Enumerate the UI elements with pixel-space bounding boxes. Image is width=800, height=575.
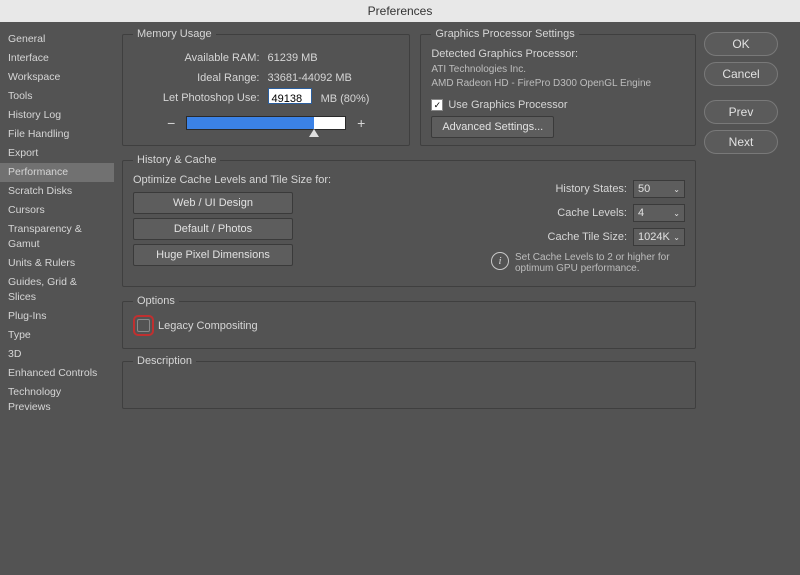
cache-levels-select[interactable]: 4⌄	[633, 204, 685, 222]
cache-tile-select[interactable]: 1024K⌄	[633, 228, 685, 246]
sidebar-item-plug-ins[interactable]: Plug-Ins	[0, 307, 114, 326]
info-icon: i	[491, 252, 509, 270]
history-cache-legend: History & Cache	[133, 154, 220, 166]
huge-pixel-button[interactable]: Huge Pixel Dimensions	[133, 244, 293, 266]
description-group: Description	[122, 361, 696, 409]
ideal-range-value: 33681-44092 MB	[268, 68, 370, 88]
chevron-down-icon: ⌄	[673, 185, 680, 194]
sidebar-item-performance[interactable]: Performance	[0, 163, 114, 182]
sidebar-item-export[interactable]: Export	[0, 144, 114, 163]
advanced-settings-button[interactable]: Advanced Settings...	[431, 116, 554, 138]
sidebar-item-3d[interactable]: 3D	[0, 345, 114, 364]
sidebar-item-scratch-disks[interactable]: Scratch Disks	[0, 182, 114, 201]
sidebar-item-workspace[interactable]: Workspace	[0, 68, 114, 87]
web-ui-design-button[interactable]: Web / UI Design	[133, 192, 293, 214]
available-ram-value: 61239 MB	[268, 48, 370, 68]
available-ram-label: Available RAM:	[163, 48, 260, 68]
ideal-range-label: Ideal Range:	[163, 68, 260, 88]
sidebar-item-guides-grid-slices[interactable]: Guides, Grid & Slices	[0, 273, 114, 307]
sidebar-item-cursors[interactable]: Cursors	[0, 201, 114, 220]
sidebar-item-file-handling[interactable]: File Handling	[0, 125, 114, 144]
cache-levels-label: Cache Levels:	[557, 207, 627, 219]
let-photoshop-use-label: Let Photoshop Use:	[163, 88, 260, 108]
use-gp-checkbox[interactable]: ✓	[431, 99, 443, 111]
let-photoshop-use-suffix: MB (80%)	[321, 93, 370, 105]
window-titlebar: Preferences	[0, 0, 800, 22]
prev-button[interactable]: Prev	[704, 100, 778, 124]
cache-info-text: Set Cache Levels to 2 or higher for opti…	[515, 252, 685, 274]
sidebar-item-technology-previews[interactable]: Technology Previews	[0, 383, 114, 417]
sidebar-item-type[interactable]: Type	[0, 326, 114, 345]
ok-button[interactable]: OK	[704, 32, 778, 56]
cache-tile-label: Cache Tile Size:	[548, 231, 627, 243]
cancel-button[interactable]: Cancel	[704, 62, 778, 86]
let-photoshop-use-input[interactable]: 49138	[268, 88, 312, 104]
sidebar-item-enhanced-controls[interactable]: Enhanced Controls	[0, 364, 114, 383]
next-button[interactable]: Next	[704, 130, 778, 154]
sidebar-item-tools[interactable]: Tools	[0, 87, 114, 106]
sidebar-item-history-log[interactable]: History Log	[0, 106, 114, 125]
sidebar-item-general[interactable]: General	[0, 30, 114, 49]
highlight-ring	[133, 315, 154, 336]
gp-vendor: ATI Technologies Inc.	[431, 63, 685, 77]
options-group: Options Legacy Compositing	[122, 295, 696, 349]
chevron-down-icon: ⌄	[673, 209, 680, 218]
sidebar-item-transparency-gamut[interactable]: Transparency & Gamut	[0, 220, 114, 254]
graphics-processor-group: Graphics Processor Settings Detected Gra…	[420, 28, 696, 146]
chevron-down-icon: ⌄	[673, 233, 680, 242]
optimize-label: Optimize Cache Levels and Tile Size for:	[133, 174, 373, 186]
legacy-compositing-label: Legacy Compositing	[158, 320, 258, 332]
detected-gp-label: Detected Graphics Processor:	[431, 48, 685, 60]
sidebar-item-units-rulers[interactable]: Units & Rulers	[0, 254, 114, 273]
memory-decrease[interactable]: −	[164, 115, 178, 131]
memory-usage-group: Memory Usage Available RAM: Ideal Range:…	[122, 28, 410, 146]
sidebar: GeneralInterfaceWorkspaceToolsHistory Lo…	[0, 22, 114, 575]
graphics-legend: Graphics Processor Settings	[431, 28, 578, 40]
use-gp-label: Use Graphics Processor	[448, 99, 567, 111]
legacy-compositing-checkbox[interactable]	[137, 319, 150, 332]
slider-thumb-icon[interactable]	[309, 129, 319, 137]
window-title: Preferences	[368, 4, 433, 18]
sidebar-item-interface[interactable]: Interface	[0, 49, 114, 68]
history-cache-group: History & Cache Optimize Cache Levels an…	[122, 154, 696, 287]
history-states-select[interactable]: 50⌄	[633, 180, 685, 198]
gp-device: AMD Radeon HD - FirePro D300 OpenGL Engi…	[431, 77, 685, 91]
history-states-label: History States:	[555, 183, 627, 195]
memory-slider[interactable]	[186, 116, 346, 130]
options-legend: Options	[133, 295, 179, 307]
description-label: Description	[133, 355, 196, 367]
default-photos-button[interactable]: Default / Photos	[133, 218, 293, 240]
memory-legend: Memory Usage	[133, 28, 216, 40]
memory-increase[interactable]: +	[354, 115, 368, 131]
